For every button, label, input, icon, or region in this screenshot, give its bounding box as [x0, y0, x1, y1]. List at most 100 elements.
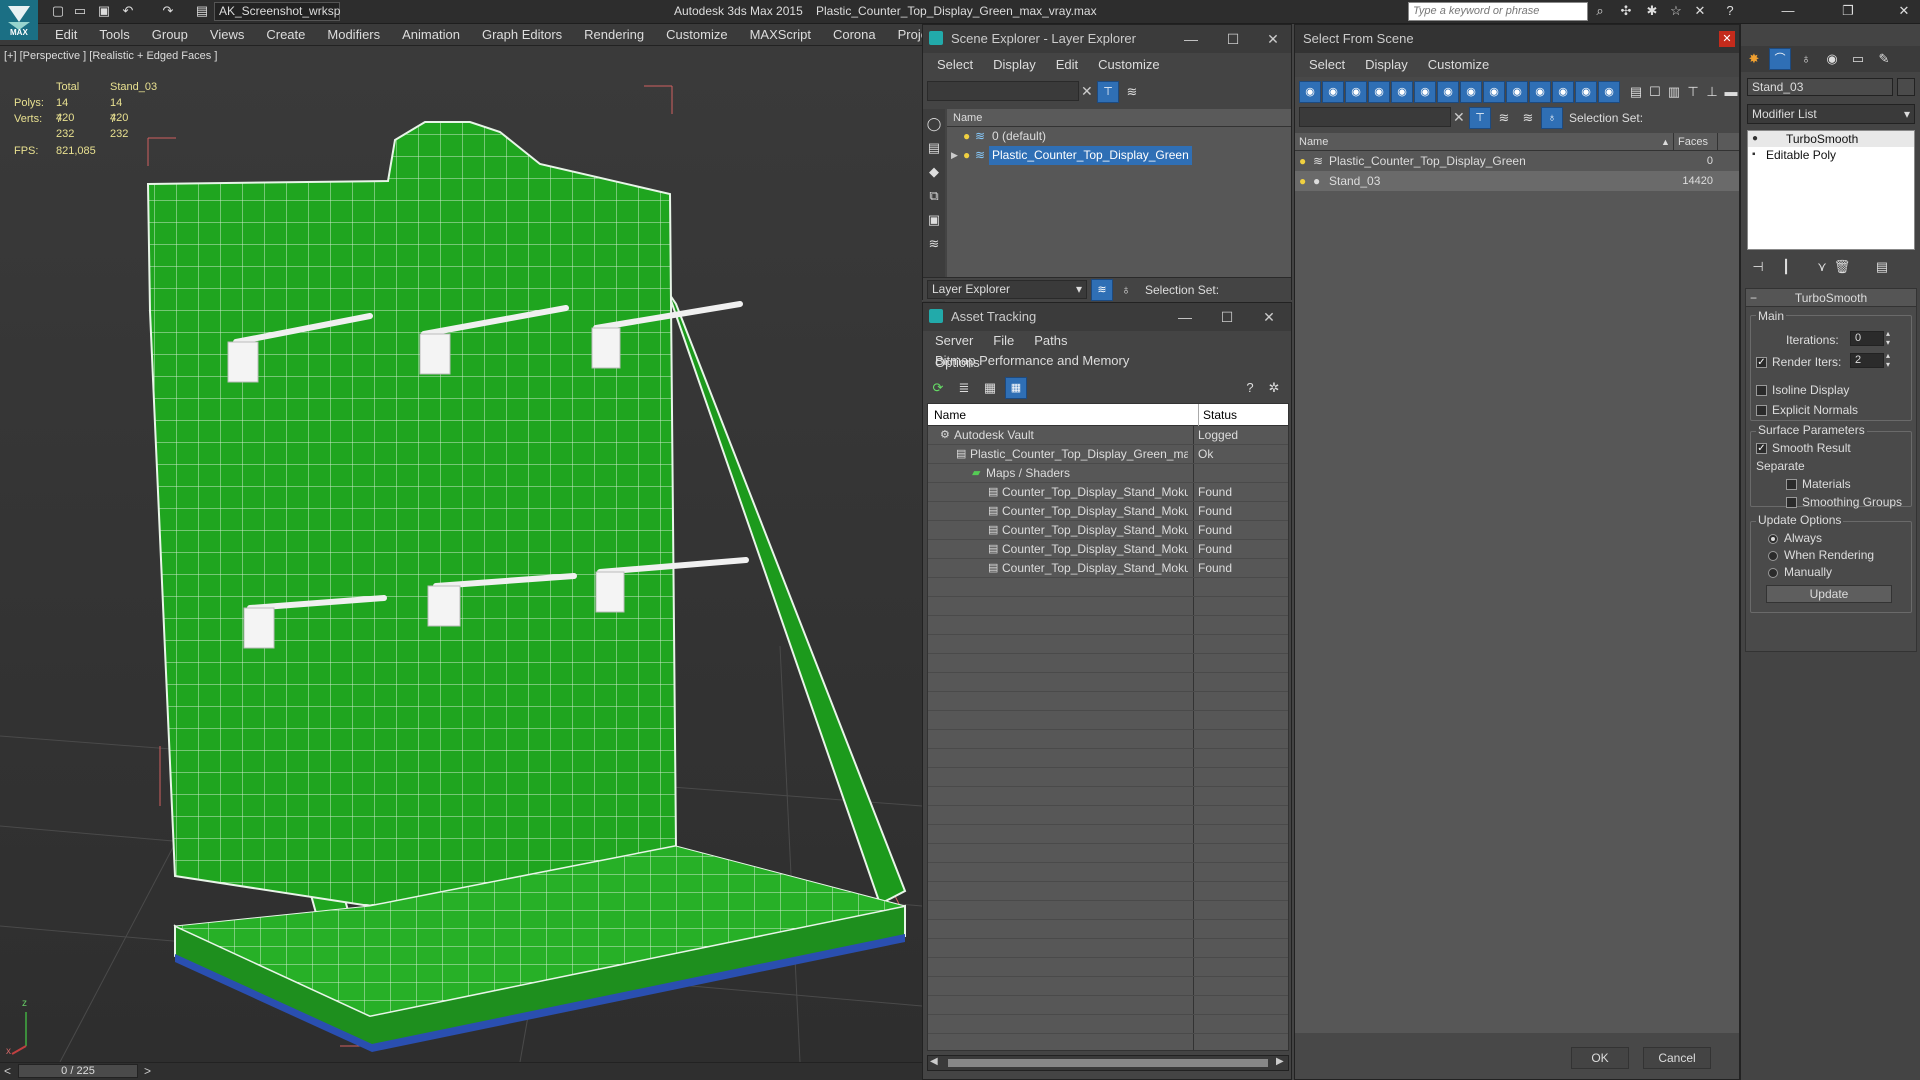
layer-options-icon[interactable]: ≋ — [1121, 81, 1143, 103]
cameras-icon[interactable]: ◉ — [1437, 81, 1459, 103]
thumbnail-view-icon[interactable]: ▦ — [979, 377, 1001, 399]
restore-icon[interactable]: ❐ — [1840, 3, 1856, 19]
when-rendering-row[interactable]: When Rendering — [1768, 548, 1874, 562]
rollout-header[interactable]: − TurboSmooth — [1746, 289, 1916, 307]
menu-item-tools[interactable]: Tools — [88, 24, 140, 42]
asset-row[interactable]: ▤Counter_Top_Display_Stand_Mokup_03_Fr..… — [928, 502, 1288, 521]
workspace-dropdown[interactable]: AK_Screenshot_wrksp▾ — [214, 2, 340, 35]
lightbulb-icon[interactable]: ● — [1299, 171, 1306, 191]
lights-icon[interactable]: ◉ — [1414, 81, 1436, 103]
materials-checkbox[interactable] — [1786, 479, 1797, 491]
motion-tab-icon[interactable]: ◉ — [1821, 48, 1843, 70]
display-all-icon[interactable]: ◉ — [1322, 81, 1344, 103]
col-name[interactable]: Name — [1299, 133, 1328, 151]
layer-mode-icon[interactable]: ≋ — [1091, 279, 1113, 301]
ok-button[interactable]: OK — [1571, 1047, 1629, 1069]
collapse-icon[interactable]: ▬ — [1720, 81, 1742, 103]
render-iters-checkbox[interactable]: ✓ — [1756, 357, 1767, 369]
star-icon[interactable]: ☆ — [1668, 3, 1684, 19]
at-menu-2[interactable]: Paths — [1024, 331, 1077, 351]
at-menu-0[interactable]: Server — [925, 331, 983, 351]
smooth-result-checkbox[interactable]: ✓ — [1756, 443, 1767, 455]
cameras-icon[interactable]: ▣ — [923, 209, 945, 231]
smoothing-groups-checkbox[interactable] — [1786, 497, 1797, 509]
always-row[interactable]: Always — [1768, 531, 1822, 545]
geometry-icon[interactable]: ◉ — [1368, 81, 1390, 103]
prev-frame-button[interactable]: < — [4, 1064, 11, 1078]
display-none-icon[interactable]: ◉ — [1299, 81, 1321, 103]
geometry-icon[interactable]: ◆ — [923, 161, 945, 183]
configure-sets-icon[interactable]: ▤ — [1871, 256, 1893, 278]
filter-icon[interactable]: ⊤ — [1469, 107, 1491, 129]
show-end-result-icon[interactable]: ┃ — [1775, 256, 1797, 278]
select-from-scene-titlebar[interactable]: Select From Scene ✕ — [1295, 25, 1739, 53]
make-unique-icon[interactable]: ⋎ — [1811, 256, 1833, 278]
time-slider-thumb[interactable]: 0 / 225 — [18, 1064, 138, 1078]
lightbulb-icon[interactable]: ● — [963, 146, 970, 165]
clear-search-icon[interactable]: ✕ — [1453, 109, 1465, 126]
scene-explorer-search[interactable] — [927, 81, 1079, 101]
menu-item-views[interactable]: Views — [199, 24, 255, 42]
utilities-tab-icon[interactable]: ✎ — [1873, 48, 1895, 70]
smoothing-groups-row[interactable]: Smoothing Groups — [1786, 495, 1902, 509]
create-tab-icon[interactable]: ✸ — [1743, 48, 1765, 70]
settings-icon[interactable]: ✲ — [1263, 377, 1285, 399]
undo-icon[interactable]: ↶ — [120, 3, 136, 19]
menu-item-create[interactable]: Create — [255, 24, 316, 42]
containers-icon[interactable]: ◉ — [1575, 81, 1597, 103]
menu-item-modifiers[interactable]: Modifiers — [316, 24, 391, 42]
lightbulb-icon[interactable]: ● — [1299, 151, 1306, 171]
display-none-icon[interactable]: ◯ — [923, 113, 945, 135]
object-name-field[interactable]: Stand_03 — [1747, 78, 1893, 96]
always-radio[interactable] — [1768, 533, 1778, 544]
display-all-icon[interactable]: ▤ — [923, 137, 945, 159]
open-folder-icon[interactable]: ▭ — [72, 3, 88, 19]
render-iters-spinner[interactable]: 2 — [1850, 353, 1884, 368]
shapes-icon[interactable]: ⧉ — [923, 185, 945, 207]
smooth-result-row[interactable]: ✓ Smooth Result — [1756, 441, 1851, 455]
redo-icon[interactable]: ↷ — [160, 3, 176, 19]
menu-item-rendering[interactable]: Rendering — [573, 24, 655, 42]
hierarchy-mode-icon[interactable]: ♁ — [1541, 107, 1563, 129]
materials-row[interactable]: Materials — [1786, 477, 1851, 491]
layer-tree-header[interactable]: Name — [947, 109, 1291, 127]
explicit-normals-checkbox[interactable] — [1756, 405, 1767, 417]
layers-mode-icon[interactable]: ≋ — [1517, 107, 1539, 129]
filter-icon[interactable]: ⊤ — [1097, 81, 1119, 103]
lightbulb-icon[interactable]: ● — [1752, 131, 1758, 147]
object-color-swatch[interactable] — [1897, 78, 1915, 96]
hierarchy-tab-icon[interactable]: ♁ — [1795, 48, 1817, 70]
asset-row[interactable]: ▤Plastic_Counter_Top_Display_Green_max_v… — [928, 445, 1288, 464]
menu-item-group[interactable]: Group — [141, 24, 199, 42]
stack-item[interactable]: ● TurboSmooth — [1748, 131, 1914, 147]
menu-item-customize[interactable]: Customize — [655, 24, 738, 42]
scrollbar-thumb[interactable] — [948, 1059, 1268, 1067]
sfs-menu-customize[interactable]: Customize — [1418, 53, 1499, 77]
next-frame-button[interactable]: > — [144, 1064, 151, 1078]
col-status[interactable]: Status — [1198, 404, 1237, 426]
groups-icon[interactable]: ◉ — [1506, 81, 1528, 103]
menu-item-corona[interactable]: Corona — [822, 24, 887, 42]
stack-item[interactable]: ▪ Editable Poly — [1748, 147, 1914, 163]
when-rendering-radio[interactable] — [1768, 550, 1778, 561]
minimize-icon[interactable]: — — [1780, 3, 1796, 19]
spinner-arrows-icon[interactable]: ▴ ▾ — [1886, 351, 1890, 369]
menu-item-animation[interactable]: Animation — [391, 24, 471, 42]
asset-row[interactable]: ▤Counter_Top_Display_Stand_Mokup_03_Re..… — [928, 559, 1288, 578]
maximize-icon[interactable]: ☐ — [1207, 303, 1247, 331]
save-icon[interactable]: ▣ — [96, 3, 112, 19]
layer-options-icon[interactable]: ≋ — [1493, 107, 1515, 129]
menu-item-maxscript[interactable]: MAXScript — [739, 24, 822, 42]
table-view-icon[interactable]: ▦ — [1005, 377, 1027, 399]
refresh-icon[interactable]: ⟳ — [927, 377, 949, 399]
asset-row[interactable]: ▤Counter_Top_Display_Stand_Mokup_03_Gl..… — [928, 521, 1288, 540]
menu-item-graph-editors[interactable]: Graph Editors — [471, 24, 573, 42]
bones-icon[interactable]: ◉ — [1552, 81, 1574, 103]
update-button[interactable]: Update — [1766, 585, 1892, 603]
menu-options[interactable]: Options — [925, 351, 990, 375]
lightbulb-icon[interactable]: ● — [963, 127, 970, 146]
modifier-list-dropdown[interactable]: Modifier List ▾ — [1747, 104, 1915, 124]
horizontal-scrollbar[interactable]: ◀ ▶ — [927, 1055, 1289, 1071]
scroll-right-icon[interactable]: ▶ — [1276, 1056, 1284, 1067]
list-view-icon[interactable]: ≣ — [953, 377, 975, 399]
